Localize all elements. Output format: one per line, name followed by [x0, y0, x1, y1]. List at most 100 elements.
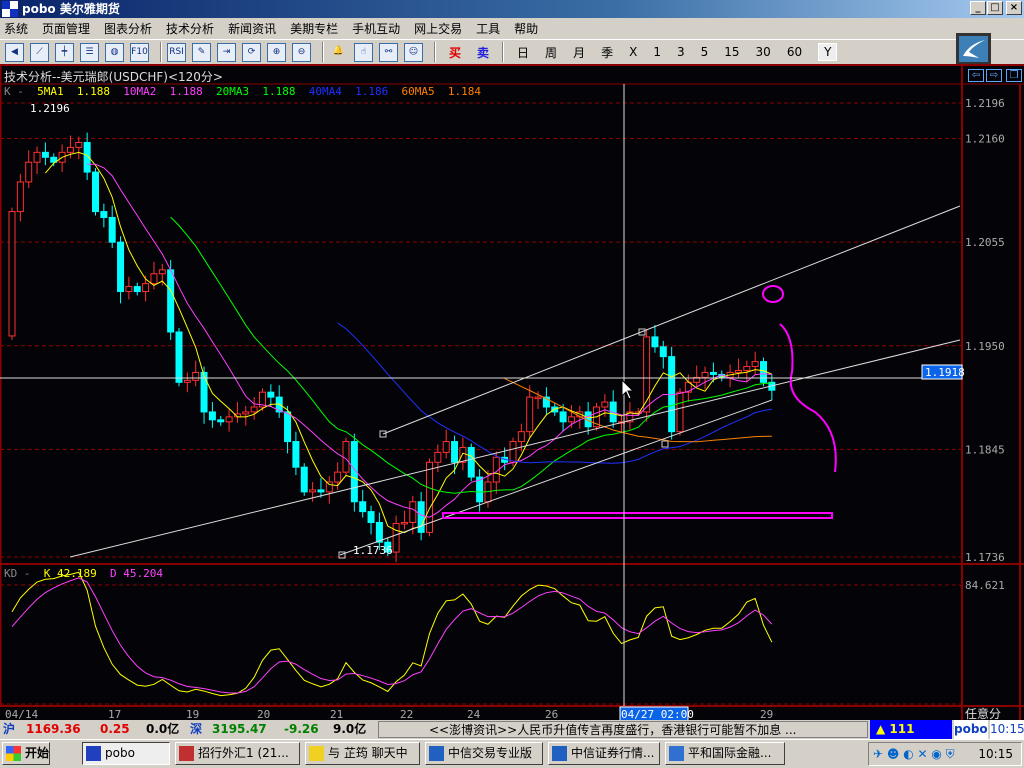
toolbar: ◀ ⟋ ┿ ☰ ◍ F10 RSI ✎ ⇥ ⟳ ⊕ ⊖ 🔔 ☝ ⚯ ☺ 买卖 日周月季 X 1 3 5 15 30 60 Y	[0, 39, 1024, 64]
period-日[interactable]: 日	[517, 44, 529, 61]
kd-axis-label: 84.621	[965, 579, 1005, 592]
candle-up	[509, 441, 517, 463]
title-bar: pobo 美尔雅期货 _ □ ×	[0, 0, 1024, 18]
candle-down	[417, 501, 425, 533]
taskbar-item[interactable]: pobo	[82, 742, 170, 765]
menu-item-9[interactable]: 帮助	[514, 20, 538, 37]
period-Y[interactable]: Y	[818, 43, 838, 61]
rsi-icon[interactable]: RSI	[167, 42, 186, 62]
close-button[interactable]: ×	[1006, 1, 1022, 15]
period-月[interactable]: 月	[573, 44, 585, 61]
start-label: 开始	[25, 746, 50, 760]
menu-item-7[interactable]: 网上交易	[414, 20, 462, 37]
task-label: 平和国际金融...	[688, 746, 772, 760]
y-tick-label: 1.1736	[965, 551, 1005, 564]
trendline-anchor-handle[interactable]	[661, 440, 669, 448]
period-15[interactable]: 15	[724, 45, 739, 59]
candle-up	[734, 369, 742, 373]
line-chart-icon[interactable]: ⟋	[30, 42, 49, 62]
refresh-icon[interactable]: ⟳	[242, 42, 261, 62]
price-chart[interactable]: 1.2196 1.2160 1.2055 1.1950 1.1845 1.1736 84.6…	[0, 66, 1024, 722]
alert-counter[interactable]: ▲ 111	[870, 720, 952, 739]
candle-down	[133, 286, 141, 293]
candle-up	[150, 273, 158, 285]
y-tick-label: 1.2055	[965, 236, 1005, 249]
kd-d-line	[11, 577, 773, 694]
sz-label: 深	[190, 722, 203, 736]
candle-down	[659, 346, 667, 358]
menu-item-2[interactable]: 图表分析	[104, 20, 152, 37]
period-周[interactable]: 周	[545, 44, 557, 61]
candle-up	[242, 411, 250, 415]
task-label: 招行外汇1 (21...	[198, 746, 289, 760]
candle-up	[567, 416, 575, 423]
candle-up	[192, 371, 200, 381]
start-button[interactable]: 开始	[2, 742, 50, 765]
draw-pen-icon[interactable]: ✎	[192, 42, 211, 62]
buy-button[interactable]: 买	[449, 44, 461, 61]
taskbar-item[interactable]: 与 芷筠 聊天中	[305, 742, 420, 765]
candle-down	[284, 411, 292, 443]
menu-item-5[interactable]: 美期专栏	[290, 20, 338, 37]
cursor-price: 1.1918	[925, 366, 965, 379]
zoom-out-icon[interactable]: ⊖	[292, 42, 311, 62]
candle-down	[709, 371, 717, 375]
task-icon	[552, 746, 567, 761]
high-marker: 1.2196	[30, 102, 70, 115]
export-icon[interactable]: ⇥	[217, 42, 236, 62]
period-60[interactable]: 60	[787, 45, 802, 59]
back-icon[interactable]: ◀	[5, 42, 24, 62]
taskbar-item[interactable]: 中信证券行情...	[548, 742, 660, 765]
candle-up	[526, 396, 534, 433]
candle-down	[108, 216, 116, 243]
alarm-bell-icon[interactable]: 🔔	[329, 43, 348, 62]
menu-item-6[interactable]: 手机互动	[352, 20, 400, 37]
link-icon[interactable]: ⚯	[379, 42, 398, 62]
chart-panel[interactable]: 技术分析--美元瑞郎(USDCHF)<120分> ⇦ ⇨ ❐ K - 5MA1 …	[0, 64, 1024, 722]
tray-icons[interactable]: ✈ ☻ ◐ ✕ ◉ ⛨	[873, 747, 955, 762]
sz-index: 3195.47	[212, 722, 267, 736]
maximize-button[interactable]: □	[987, 1, 1003, 15]
users-icon[interactable]: ☺	[404, 42, 423, 62]
sell-button[interactable]: 卖	[477, 44, 489, 61]
taskbar-item[interactable]: 平和国际金融...	[665, 742, 785, 765]
taskbar-item[interactable]: 中信交易专业版	[425, 742, 543, 765]
menu-item-4[interactable]: 新闻资讯	[228, 20, 276, 37]
support-box-annotation[interactable]	[442, 512, 833, 519]
period-mode-label[interactable]: 任意分	[965, 706, 1001, 721]
menu-item-8[interactable]: 工具	[476, 20, 500, 37]
menu-item-0[interactable]: 系统	[4, 20, 28, 37]
sh-index: 1169.36	[26, 722, 81, 736]
click-hand-icon[interactable]: ☝	[354, 42, 373, 62]
candle-up	[601, 401, 609, 408]
period-季[interactable]: 季	[601, 44, 613, 61]
candle-up	[342, 441, 350, 473]
news-ticker[interactable]: <<澎博资讯>>人民币升值传言再度盛行，香港银行可能暂不加息 ...	[378, 721, 868, 738]
taskbar: 开始 pobo 招行外汇1 (21... 与 芷筠 聊天中 中信交易专业版 中信证券行情…	[0, 739, 1024, 768]
candle-up	[125, 286, 133, 293]
period-3[interactable]: 3	[677, 45, 685, 59]
period-30[interactable]: 30	[756, 45, 771, 59]
task-label: pobo	[105, 746, 135, 760]
menu-item-1[interactable]: 页面管理	[42, 20, 90, 37]
sh-volume: 0.0亿	[146, 722, 180, 736]
period-1[interactable]: 1	[653, 45, 661, 59]
circle-annotation[interactable]	[762, 285, 784, 303]
candle-up	[459, 446, 467, 463]
period-5[interactable]: 5	[701, 45, 709, 59]
window-title: pobo 美尔雅期货	[22, 2, 120, 16]
trend-channel-line[interactable]	[339, 399, 773, 556]
candle-down	[41, 151, 49, 158]
status-time: 10:15	[990, 720, 1024, 739]
task-icon	[309, 746, 324, 761]
f10-icon[interactable]: F10	[130, 42, 149, 62]
minimize-button[interactable]: _	[970, 1, 986, 15]
zoom-in-icon[interactable]: ⊕	[267, 42, 286, 62]
period-X[interactable]: X	[629, 45, 637, 59]
taskbar-item[interactable]: 招行外汇1 (21...	[175, 742, 300, 765]
menu-item-3[interactable]: 技术分析	[166, 20, 214, 37]
candle-down	[451, 441, 459, 463]
candle-chart-icon[interactable]: ┿	[55, 42, 74, 62]
list-icon[interactable]: ☰	[80, 42, 99, 62]
news-globe-icon[interactable]: ◍	[105, 42, 124, 62]
